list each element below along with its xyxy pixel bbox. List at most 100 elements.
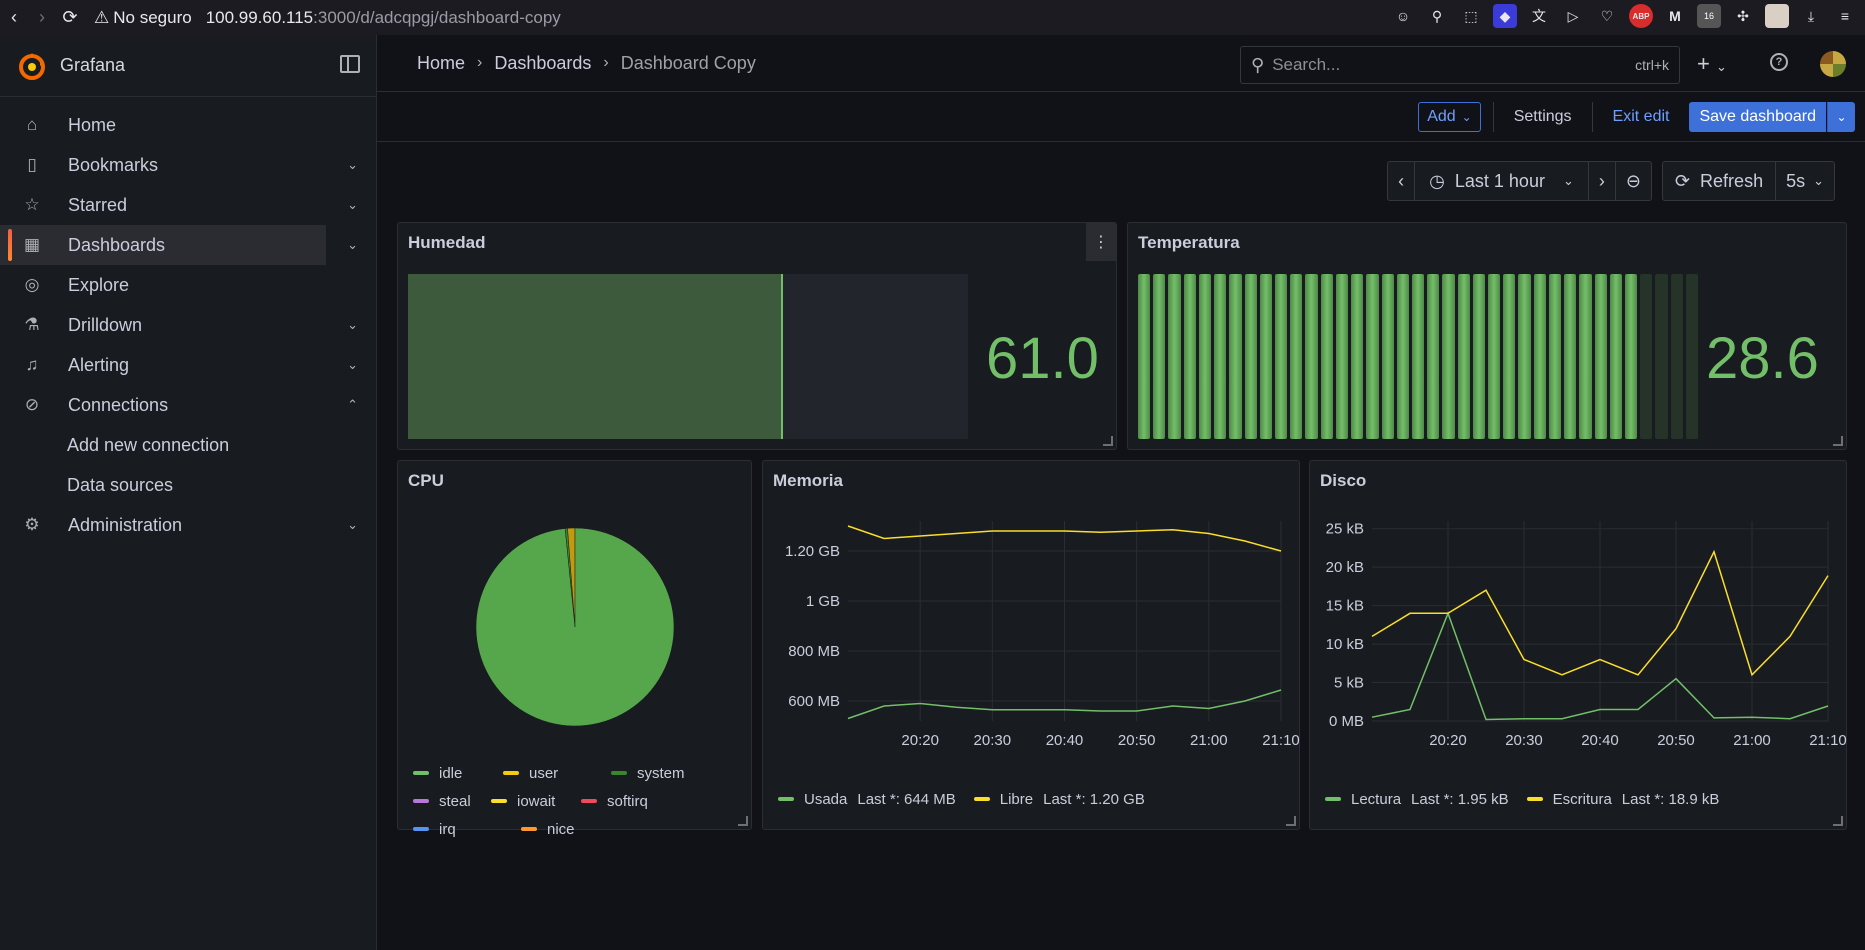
panel-temperatura[interactable]: Temperatura 28.6 [1127, 222, 1847, 450]
reload-icon[interactable]: ⟳ [56, 4, 84, 32]
add-button[interactable]: Add ⌄ [1418, 101, 1481, 132]
save-options-button[interactable]: ⌄ [1827, 101, 1855, 132]
screenshot-icon[interactable]: ⬚ [1459, 4, 1483, 28]
drilldown-icon: ⚗ [24, 315, 40, 334]
legend-item[interactable]: iowait [491, 787, 563, 815]
settings-button[interactable]: Settings [1506, 102, 1580, 132]
sidebar-item-dashboards[interactable]: ▦ Dashboards ⌄ [0, 225, 358, 265]
zoom-out-button[interactable]: ⊖ [1616, 162, 1651, 200]
emoji-icon[interactable]: ☺ [1391, 4, 1415, 28]
refresh-button[interactable]: ⟳ Refresh [1663, 162, 1777, 200]
legend-item[interactable]: irq [413, 815, 503, 843]
legend-swatch [1325, 797, 1341, 801]
download-icon[interactable]: ⤓ [1799, 4, 1823, 28]
malwarebytes-icon[interactable]: M [1663, 4, 1687, 28]
time-back-button[interactable]: ‹ [1388, 162, 1416, 200]
sidebar-item-add-new-connection[interactable]: Add new connection [0, 425, 376, 465]
sidebar-item-alerting[interactable]: ♫ Alerting ⌄ [0, 345, 376, 385]
chevron-down-icon[interactable]: ⌄ [347, 197, 358, 213]
resize-handle[interactable] [738, 816, 748, 826]
sidebar-item-connections[interactable]: ⊘ Connections ⌃ [0, 385, 376, 425]
lcd-cell [1442, 274, 1455, 439]
legend-item[interactable]: system [611, 759, 701, 787]
sidebar-item-drilldown[interactable]: ⚗ Drilldown ⌄ [0, 305, 376, 345]
breadcrumb: Home › Dashboards › Dashboard Copy [417, 53, 756, 74]
sidebar-item-starred[interactable]: ☆ Starred ⌄ [0, 185, 376, 225]
avatar[interactable] [1820, 51, 1846, 77]
panel-humedad[interactable]: Humedad ⋮ 61.0 [397, 222, 1117, 450]
panel-cpu[interactable]: CPU idle user system steal iowait softirq irq n… [397, 460, 752, 838]
y-tick-label: 1.20 GB [785, 543, 840, 560]
sidebar-item-explore[interactable]: ◎ Explore [0, 265, 376, 305]
legend-item[interactable]: softirq [581, 787, 671, 815]
dock-menu-icon[interactable] [340, 55, 360, 73]
x-tick-label: 20:20 [901, 732, 939, 749]
sidebar-item-label: Administration [68, 514, 183, 535]
chevron-down-icon[interactable]: ⌄ [347, 517, 358, 533]
shield-icon[interactable]: ◆ [1493, 4, 1517, 28]
refresh-interval-picker[interactable]: 5s ⌄ [1776, 162, 1834, 200]
time-forward-button[interactable]: › [1589, 162, 1616, 200]
lcd-cell [1305, 274, 1318, 439]
lcd-cell [1214, 274, 1227, 439]
breadcrumb-home[interactable]: Home [417, 53, 465, 74]
back-icon[interactable]: ‹ [0, 4, 28, 32]
pin-icon[interactable]: ⚲ [1425, 4, 1449, 28]
chevron-down-icon[interactable]: ⌄ [347, 357, 358, 373]
breadcrumb-dashboards[interactable]: Dashboards [494, 53, 591, 74]
panel-disco[interactable]: Disco 0 MB 5 kB 10 kB 15 kB 20 kB 25 kB 20:20 2… [1309, 460, 1847, 830]
help-icon[interactable]: ? [1770, 53, 1788, 71]
forward-icon[interactable]: › [28, 4, 56, 32]
lcd-cell [1533, 274, 1546, 439]
resize-handle[interactable] [1103, 436, 1113, 446]
disco-legend: Lectura Last *: 1.95 kB Escritura Last *: 1… [1325, 785, 1737, 813]
puzzle-icon[interactable]: ✣ [1731, 4, 1755, 28]
legend-label: iowait [517, 792, 556, 810]
exit-edit-button[interactable]: Exit edit [1605, 102, 1678, 132]
search-input[interactable]: ⚲ Search... ctrl+k [1240, 46, 1680, 84]
legend-item[interactable]: idle [413, 759, 485, 787]
badge-icon[interactable]: 16 [1697, 4, 1721, 28]
menu-icon[interactable]: ≡ [1833, 4, 1857, 28]
save-dashboard-button[interactable]: Save dashboard [1689, 101, 1826, 132]
chevron-down-icon[interactable]: ⌄ [347, 157, 358, 173]
abp-icon[interactable]: ABP [1629, 4, 1653, 28]
translate-icon[interactable]: 文 [1527, 4, 1551, 28]
time-range-picker[interactable]: ◷ Last 1 hour ⌄ [1415, 162, 1589, 200]
lcd-cell [1351, 274, 1364, 439]
legend-item[interactable]: Libre Last *: 1.20 GB [973, 785, 1145, 813]
cpu-pie-chart [475, 527, 675, 727]
resize-handle[interactable] [1286, 816, 1296, 826]
legend-label: idle [439, 764, 463, 782]
add-label: Add [1427, 107, 1456, 125]
profile-icon[interactable] [1765, 4, 1789, 28]
chevron-down-icon[interactable]: ⌄ [347, 317, 358, 333]
grafana-logo-icon[interactable] [18, 51, 46, 81]
legend-item[interactable]: Lectura Last *: 1.95 kB [1325, 785, 1509, 813]
legend-item[interactable]: Usada Last *: 644 MB [778, 785, 956, 813]
divider [1591, 101, 1593, 132]
sidebar-item-administration[interactable]: ⚙ Administration ⌄ [0, 505, 376, 545]
sidebar-item-data-sources[interactable]: Data sources [0, 465, 376, 505]
sidebar-item-home[interactable]: ⌂ Home [0, 105, 376, 145]
star-icon: ☆ [24, 195, 40, 214]
heart-icon[interactable]: ♡ [1595, 4, 1619, 28]
panel-memoria[interactable]: Memoria 600 MB 800 MB 1 GB 1.20 GB 20:20 20:3… [762, 460, 1300, 830]
send-icon[interactable]: ▷ [1561, 4, 1585, 28]
legend-item[interactable]: Escritura Last *: 18.9 kB [1526, 785, 1719, 813]
lcd-cell [1396, 274, 1409, 439]
lcd-cell [1670, 274, 1683, 439]
address-bar[interactable]: ⚠ No seguro 100.99.60.115 :3000/d/adcqpg… [94, 8, 561, 28]
legend-item[interactable]: steal [413, 787, 473, 815]
time-range-group: ‹ ◷ Last 1 hour ⌄ › ⊖ [1387, 161, 1652, 201]
resize-handle[interactable] [1833, 436, 1843, 446]
legend-item[interactable]: user [503, 759, 593, 787]
legend-item[interactable]: nice [521, 815, 581, 843]
resize-handle[interactable] [1833, 816, 1843, 826]
sidebar-item-bookmarks[interactable]: ▯ Bookmarks ⌄ [0, 145, 376, 185]
panel-menu-icon[interactable]: ⋮ [1086, 223, 1116, 261]
chevron-down-icon[interactable]: ⌄ [347, 237, 358, 253]
chevron-up-icon[interactable]: ⌃ [347, 397, 358, 413]
new-button[interactable]: + ⌄ [1697, 51, 1727, 77]
legend-label: Usada [804, 790, 848, 808]
